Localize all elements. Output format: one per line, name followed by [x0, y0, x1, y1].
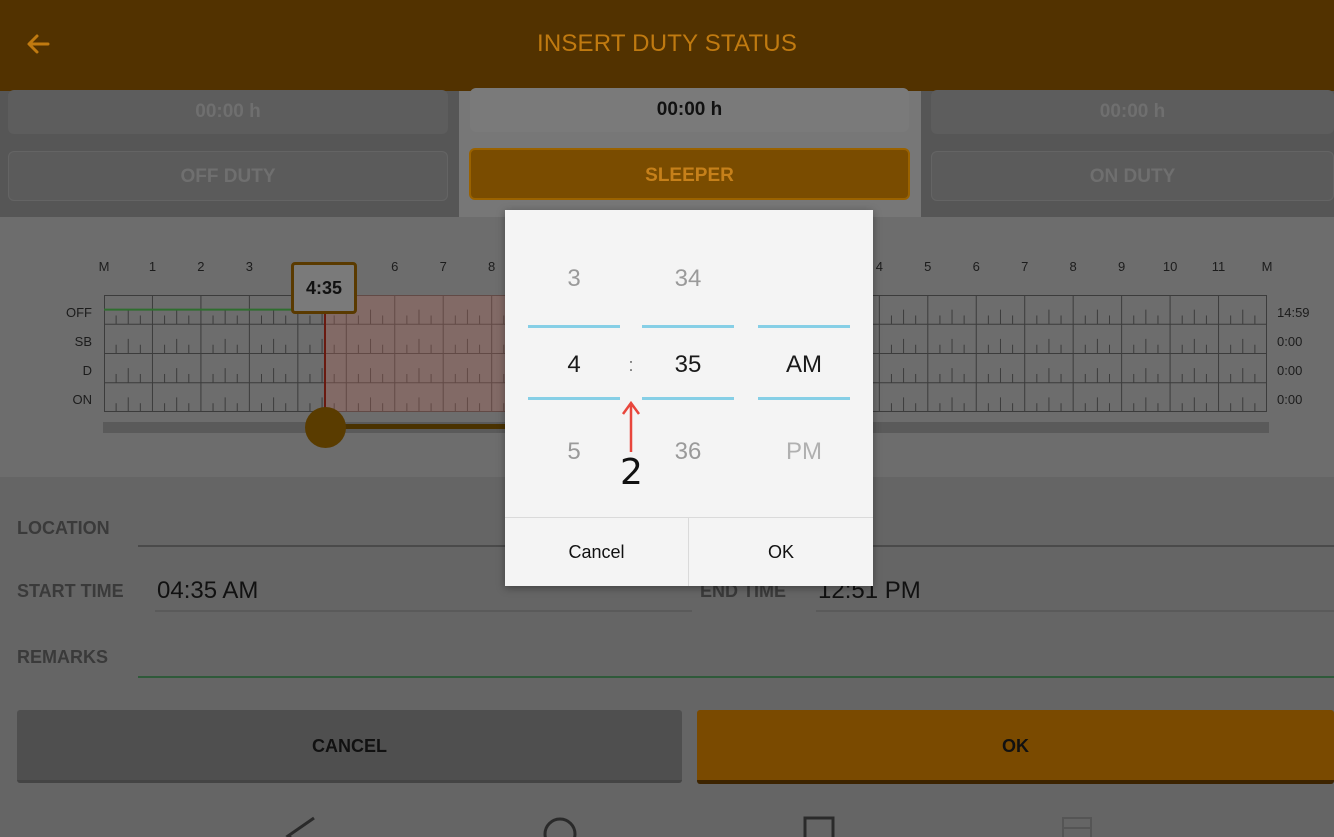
nav-recents-icon[interactable]	[802, 814, 836, 837]
annotation-arrow-icon	[621, 400, 641, 452]
start-time-underline	[155, 610, 692, 612]
on-duty-hours: 00:00 h	[931, 90, 1334, 134]
row-label-sb: SB	[74, 334, 92, 349]
cancel-button[interactable]: CANCEL	[17, 710, 682, 783]
hour-label: 1	[148, 259, 157, 274]
nav-keyboard-icon[interactable]	[1060, 814, 1094, 837]
hour-label: 8	[1069, 259, 1077, 274]
minute-next[interactable]: 36	[642, 438, 734, 466]
time-separator: :	[628, 355, 634, 375]
start-time-label: START TIME	[17, 581, 124, 601]
sleeper-hours: 00:00 h	[470, 88, 909, 132]
hour-next[interactable]: 5	[528, 438, 620, 466]
hour-label: 2	[197, 259, 205, 274]
ampm-selected[interactable]: AM	[758, 351, 850, 379]
row-label-on: ON	[72, 392, 93, 407]
page-title: INSERT DUTY STATUS	[536, 30, 798, 57]
on-duty-button[interactable]: ON DUTY	[931, 151, 1334, 201]
total-sb: 0:00	[1277, 334, 1303, 349]
minute-prev[interactable]: 34	[642, 265, 734, 293]
hour-label: 3	[245, 259, 253, 274]
remarks-field[interactable]	[140, 642, 1330, 672]
ampm-bottom-divider	[758, 397, 850, 400]
total-d: 0:00	[1277, 363, 1303, 378]
hour-label: 8	[488, 259, 496, 274]
navigation-bar	[0, 790, 1334, 837]
hour-label: 6	[391, 259, 399, 274]
hour-selected[interactable]: 4	[528, 351, 620, 379]
nav-back-icon[interactable]	[284, 814, 318, 837]
time-picker-dialog: 3 34 4 : 35 AM 5 36 PM Cancel OK	[505, 210, 873, 586]
minute-selected[interactable]: 35	[642, 351, 734, 379]
time-marker-line	[324, 314, 326, 414]
hour-label: 11	[1211, 259, 1226, 274]
end-time-underline	[816, 610, 1334, 612]
ampm-top-divider	[758, 325, 850, 328]
hour-label: 5	[924, 259, 932, 274]
ampm-next[interactable]: PM	[758, 438, 850, 466]
total-off: 14:59	[1277, 305, 1310, 320]
picker-ok-button[interactable]: OK	[689, 518, 873, 586]
start-time-field[interactable]: 04:35 AM	[157, 577, 258, 605]
hour-bottom-divider	[528, 397, 620, 400]
location-label: LOCATION	[17, 518, 110, 538]
hour-prev[interactable]: 3	[528, 265, 620, 293]
hour-label: 10	[1162, 259, 1178, 274]
row-label-d: D	[82, 363, 92, 378]
hour-label: 7	[1021, 259, 1029, 274]
minute-top-divider	[642, 325, 734, 328]
off-duty-button[interactable]: OFF DUTY	[8, 151, 448, 201]
hour-label: M	[98, 259, 110, 274]
remarks-underline	[138, 676, 1334, 678]
minute-bottom-divider	[642, 397, 734, 400]
off-duty-hours: 00:00 h	[8, 90, 448, 134]
hour-top-divider	[528, 325, 620, 328]
ok-button[interactable]: OK	[697, 710, 1334, 784]
picker-cancel-button[interactable]: Cancel	[505, 518, 688, 586]
total-on: 0:00	[1277, 392, 1303, 407]
annotation-number: 2	[620, 452, 643, 493]
hour-label: M	[1261, 259, 1273, 274]
hour-label: 9	[1118, 259, 1126, 274]
nav-home-icon[interactable]	[541, 814, 579, 837]
hour-label: 6	[972, 259, 980, 274]
time-marker-label[interactable]: 4:35	[291, 262, 357, 314]
remarks-label: REMARKS	[17, 647, 109, 667]
row-label-off: OFF	[66, 305, 92, 320]
time-slider-thumb[interactable]	[305, 407, 346, 448]
time-slider-fill	[326, 424, 506, 429]
sleeper-button[interactable]: SLEEPER	[469, 148, 910, 200]
hour-label: 7	[439, 259, 447, 274]
